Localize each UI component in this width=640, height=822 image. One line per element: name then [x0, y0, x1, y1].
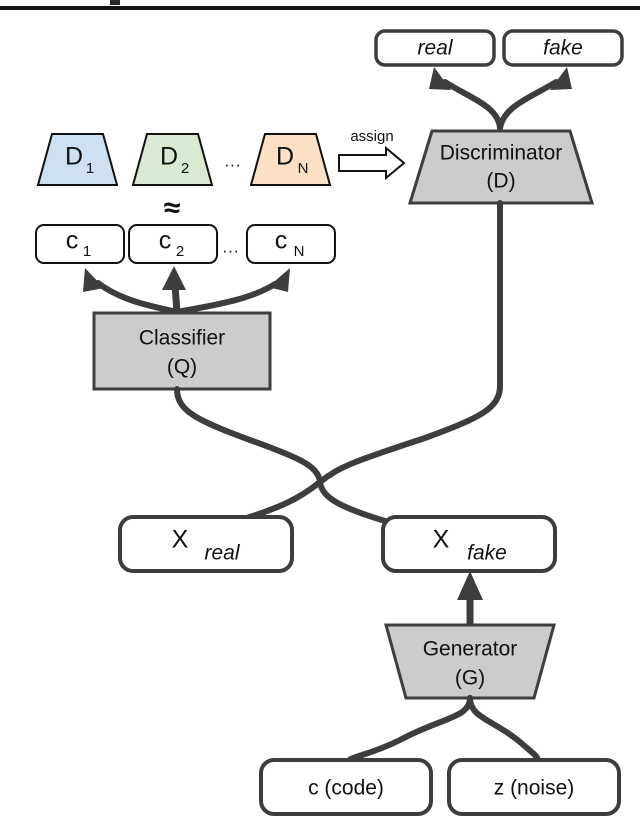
d1-subscript: 1	[86, 160, 94, 177]
c2-label: c	[159, 227, 172, 255]
x-fake-subscript: fake	[467, 542, 507, 565]
c1-subscript: 1	[83, 243, 91, 260]
cn-subscript: N	[294, 243, 305, 260]
c2-box[interactable]: c 2	[128, 224, 218, 264]
cn-box-rect	[246, 224, 336, 264]
c-code-box[interactable]: c (code)	[259, 758, 433, 816]
generator-node[interactable]: Generator (G)	[384, 623, 556, 700]
classifier-label-line2: (Q)	[167, 356, 197, 379]
classifier-label-line1: Classifier	[139, 327, 225, 350]
x-real-box[interactable]: X real	[118, 515, 294, 573]
architecture-diagram: real fake Discriminator (D) D 1 D 2 ... …	[0, 0, 640, 822]
fake-box[interactable]: fake	[502, 29, 624, 67]
c-code-label: c (code)	[308, 777, 384, 800]
d2-label: D	[160, 143, 178, 171]
generator-label-line2: (G)	[455, 667, 485, 690]
classifier-node[interactable]: Classifier (Q)	[92, 311, 272, 391]
discriminator-label-line1: Discriminator	[440, 142, 563, 165]
z-noise-label: z (noise)	[494, 777, 575, 800]
generator-label-line1: Generator	[423, 638, 518, 661]
dn-node[interactable]: D N	[249, 133, 332, 186]
codes-tilde: ~	[164, 196, 181, 228]
dn-label: D	[276, 143, 294, 171]
d1-node[interactable]: D 1	[36, 133, 119, 186]
x-real-label: X	[172, 526, 189, 554]
x-fake-box[interactable]: X fake	[381, 515, 557, 573]
discriminator-label-line2: (D)	[486, 170, 515, 193]
cn-box[interactable]: c N	[246, 224, 336, 264]
top-divider-rule	[0, 6, 640, 10]
real-box-label: real	[417, 37, 453, 60]
cn-label: c	[275, 227, 288, 255]
fake-box-label: fake	[543, 37, 583, 60]
real-box[interactable]: real	[374, 29, 496, 67]
c1-box[interactable]: c 1	[35, 224, 125, 264]
z-noise-box[interactable]: z (noise)	[447, 758, 621, 816]
c2-subscript: 2	[176, 243, 184, 260]
d-bank-ellipsis: ...	[224, 151, 241, 170]
d2-node[interactable]: D 2	[131, 133, 214, 186]
d2-subscript: 2	[181, 160, 189, 177]
canvas-background	[0, 0, 640, 822]
x-fake-label: X	[433, 526, 450, 554]
cropped-caption-glyph	[110, 0, 120, 5]
x-real-subscript: real	[204, 542, 240, 565]
assign-label: assign	[350, 128, 393, 145]
c1-label: c	[66, 227, 79, 255]
c2-box-rect	[128, 224, 218, 264]
c-ellipsis: ...	[222, 237, 239, 256]
discriminator-node[interactable]: Discriminator (D)	[407, 129, 595, 205]
dn-subscript: N	[298, 160, 309, 177]
figure-root: real fake Discriminator (D) D 1 D 2 ... …	[0, 0, 640, 822]
c1-box-rect	[35, 224, 125, 264]
d1-label: D	[65, 143, 83, 171]
